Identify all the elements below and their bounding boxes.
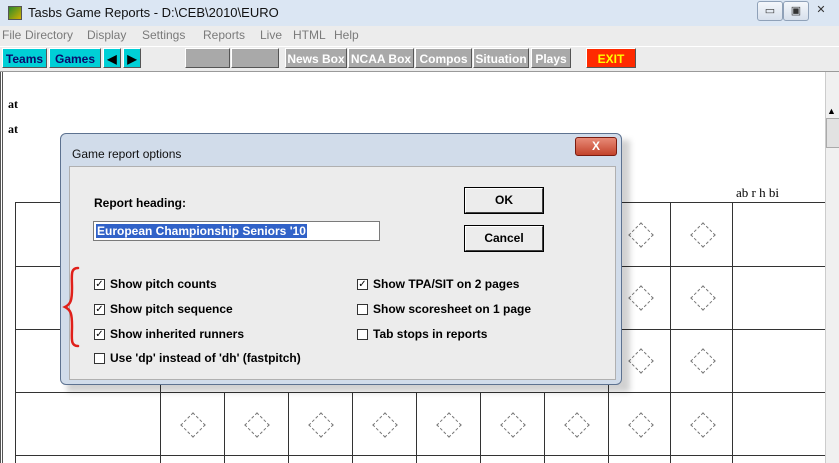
teams-button[interactable]: Teams bbox=[2, 48, 47, 68]
menu-html[interactable]: HTML bbox=[293, 28, 326, 42]
close-button[interactable]: ✕ bbox=[809, 1, 833, 19]
annotation-brace-icon bbox=[62, 266, 80, 348]
use-dp-label: Use 'dp' instead of 'dh' (fastpitch) bbox=[110, 351, 301, 365]
menu-live[interactable]: Live bbox=[260, 28, 282, 42]
show-tpa-sit-checkbox[interactable]: ✓ bbox=[357, 279, 368, 290]
menu-display[interactable]: Display bbox=[87, 28, 126, 42]
ok-button[interactable]: OK bbox=[464, 187, 544, 214]
show-inherited-runners-label: Show inherited runners bbox=[110, 327, 245, 341]
dialog-title: Game report options bbox=[72, 147, 182, 161]
grid-line bbox=[15, 392, 825, 393]
grid-line bbox=[15, 202, 16, 463]
show-inherited-runners-checkbox[interactable]: ✓ bbox=[94, 329, 105, 340]
next-arrow-icon[interactable]: ▶ bbox=[123, 48, 141, 68]
menu-file[interactable]: File bbox=[2, 28, 21, 42]
blank-button-1[interactable] bbox=[185, 48, 230, 68]
news-box-button[interactable]: News Box bbox=[285, 48, 347, 68]
scroll-thumb[interactable] bbox=[826, 118, 839, 148]
show-pitch-counts-label: Show pitch counts bbox=[110, 277, 217, 291]
grid-line bbox=[544, 392, 545, 463]
ncaa-box-button[interactable]: NCAA Box bbox=[348, 48, 414, 68]
blank-button-2[interactable] bbox=[231, 48, 279, 68]
plays-button[interactable]: Plays bbox=[531, 48, 571, 68]
report-heading-label: Report heading: bbox=[94, 196, 186, 210]
show-scoresheet-label: Show scoresheet on 1 page bbox=[373, 302, 532, 316]
menu-directory[interactable]: Directory bbox=[25, 28, 73, 42]
show-tpa-sit-label: Show TPA/SIT on 2 pages bbox=[373, 277, 520, 291]
exit-button[interactable]: EXIT bbox=[586, 48, 636, 68]
compos-button[interactable]: Compos bbox=[415, 48, 472, 68]
grid-line bbox=[732, 202, 733, 463]
menu-settings[interactable]: Settings bbox=[142, 28, 185, 42]
dialog-close-button[interactable]: X bbox=[575, 137, 617, 156]
situation-button[interactable]: Situation bbox=[473, 48, 529, 68]
window-title: Tasbs Game Reports - D:\CEB\2010\EURO bbox=[28, 5, 279, 20]
row-label-2: at bbox=[8, 122, 18, 136]
cancel-button[interactable]: Cancel bbox=[464, 225, 544, 252]
stats-header: ab r h bi bbox=[736, 185, 779, 200]
grid-line bbox=[670, 202, 671, 463]
grid-line bbox=[352, 392, 353, 463]
grid-line bbox=[416, 392, 417, 463]
tab-stops-checkbox[interactable] bbox=[357, 329, 368, 340]
show-scoresheet-checkbox[interactable] bbox=[357, 304, 368, 315]
maximize-button[interactable]: ▣ bbox=[783, 1, 809, 21]
menu-reports[interactable]: Reports bbox=[203, 28, 245, 42]
toolbar: Teams Games ◀ ▶ News Box NCAA Box Compos… bbox=[0, 47, 839, 72]
scroll-up-icon[interactable]: ▲ bbox=[827, 106, 836, 116]
show-pitch-sequence-checkbox[interactable]: ✓ bbox=[94, 304, 105, 315]
prev-arrow-icon[interactable]: ◀ bbox=[103, 48, 121, 68]
minimize-button[interactable]: ▭ bbox=[757, 1, 783, 21]
games-button[interactable]: Games bbox=[49, 48, 101, 68]
menu-help[interactable]: Help bbox=[334, 28, 359, 42]
tab-stops-label: Tab stops in reports bbox=[373, 327, 488, 341]
row-label-1: at bbox=[8, 97, 18, 111]
grid-line bbox=[224, 392, 225, 463]
report-heading-value[interactable]: European Championship Seniors '10 bbox=[96, 224, 307, 238]
use-dp-checkbox[interactable] bbox=[94, 353, 105, 364]
grid-line bbox=[288, 392, 289, 463]
show-pitch-sequence-label: Show pitch sequence bbox=[110, 302, 233, 316]
grid-line bbox=[480, 392, 481, 463]
show-pitch-counts-checkbox[interactable]: ✓ bbox=[94, 279, 105, 290]
app-icon bbox=[8, 6, 22, 20]
grid-line bbox=[15, 455, 825, 456]
